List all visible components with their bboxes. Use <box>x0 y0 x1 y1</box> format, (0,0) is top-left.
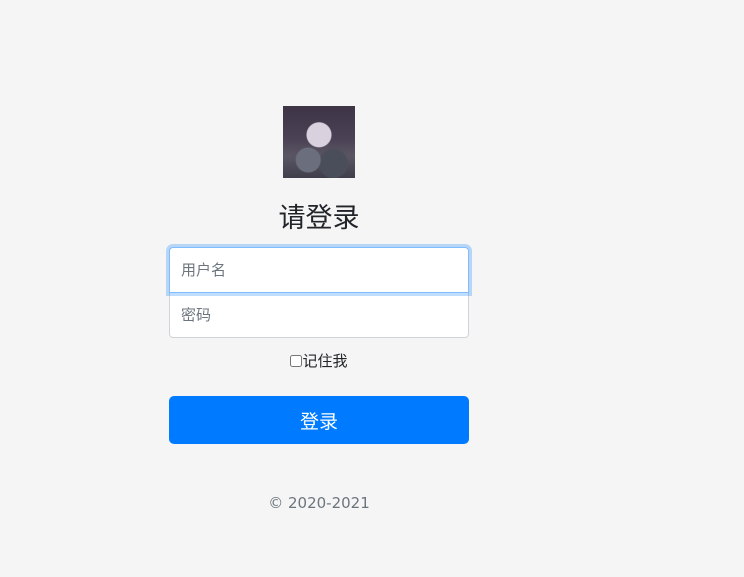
remember-me-checkbox[interactable] <box>290 355 303 367</box>
username-input[interactable] <box>169 247 469 293</box>
password-input[interactable] <box>169 292 469 338</box>
login-page: 请登录 记住我 登录 © 2020-2021 <box>0 0 744 577</box>
title-wrapper: 请登录 <box>169 202 469 247</box>
page-title: 请登录 <box>278 203 360 234</box>
remember-me-row: 记住我 <box>169 351 469 371</box>
login-form: 请登录 记住我 登录 © 2020-2021 <box>169 106 469 527</box>
avatar-image <box>283 106 355 178</box>
copyright-text: © 2020-2021 <box>268 494 370 512</box>
remember-me-label: 记住我 <box>302 352 348 370</box>
login-button[interactable]: 登录 <box>169 396 469 444</box>
